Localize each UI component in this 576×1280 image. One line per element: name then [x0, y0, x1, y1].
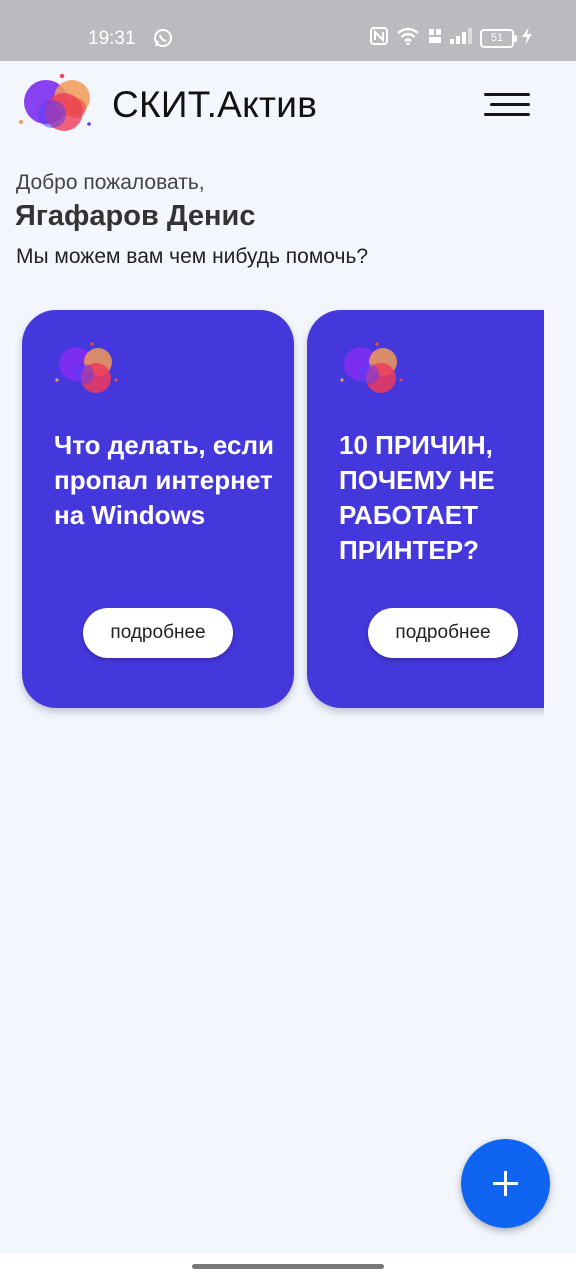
- status-time: 19:31: [88, 28, 136, 49]
- nfc-icon: [370, 27, 388, 50]
- battery-icon: 51: [480, 29, 517, 48]
- articles-carousel[interactable]: Что делать, если пропал интернет на Wind…: [0, 300, 544, 720]
- status-bar: 19:31 51: [0, 0, 576, 61]
- signal-icon: [450, 28, 472, 49]
- details-button[interactable]: подробнее: [83, 608, 233, 658]
- skit-logo-icon: [54, 342, 120, 398]
- charging-icon: [522, 27, 532, 50]
- welcome-text: Добро пожаловать,: [16, 171, 205, 194]
- plus-icon: [493, 1171, 518, 1196]
- status-icons: 51: [370, 27, 532, 50]
- app-title: СКИТ.Актив: [112, 84, 318, 125]
- article-card[interactable]: Что делать, если пропал интернет на Wind…: [22, 310, 294, 708]
- article-card[interactable]: 10 ПРИЧИН, ПОЧЕМУ НЕ РАБОТАЕТ ПРИНТЕР? п…: [307, 310, 544, 708]
- article-title: 10 ПРИЧИН, ПОЧЕМУ НЕ РАБОТАЕТ ПРИНТЕР?: [339, 430, 495, 565]
- wifi-icon: [396, 27, 420, 50]
- details-button[interactable]: подробнее: [368, 608, 518, 658]
- user-name: Ягафаров Денис: [15, 200, 256, 232]
- add-button[interactable]: [461, 1139, 550, 1228]
- skit-logo-icon: [16, 72, 96, 142]
- article-title: Что делать, если пропал интернет на Wind…: [54, 430, 274, 530]
- help-prompt: Мы можем вам чем нибудь помочь?: [16, 245, 369, 268]
- volte-icon: [428, 27, 442, 50]
- home-indicator[interactable]: [192, 1264, 384, 1269]
- skit-logo-icon: [339, 342, 405, 398]
- whatsapp-notification-icon: [153, 28, 173, 53]
- hamburger-menu-icon[interactable]: [484, 93, 532, 121]
